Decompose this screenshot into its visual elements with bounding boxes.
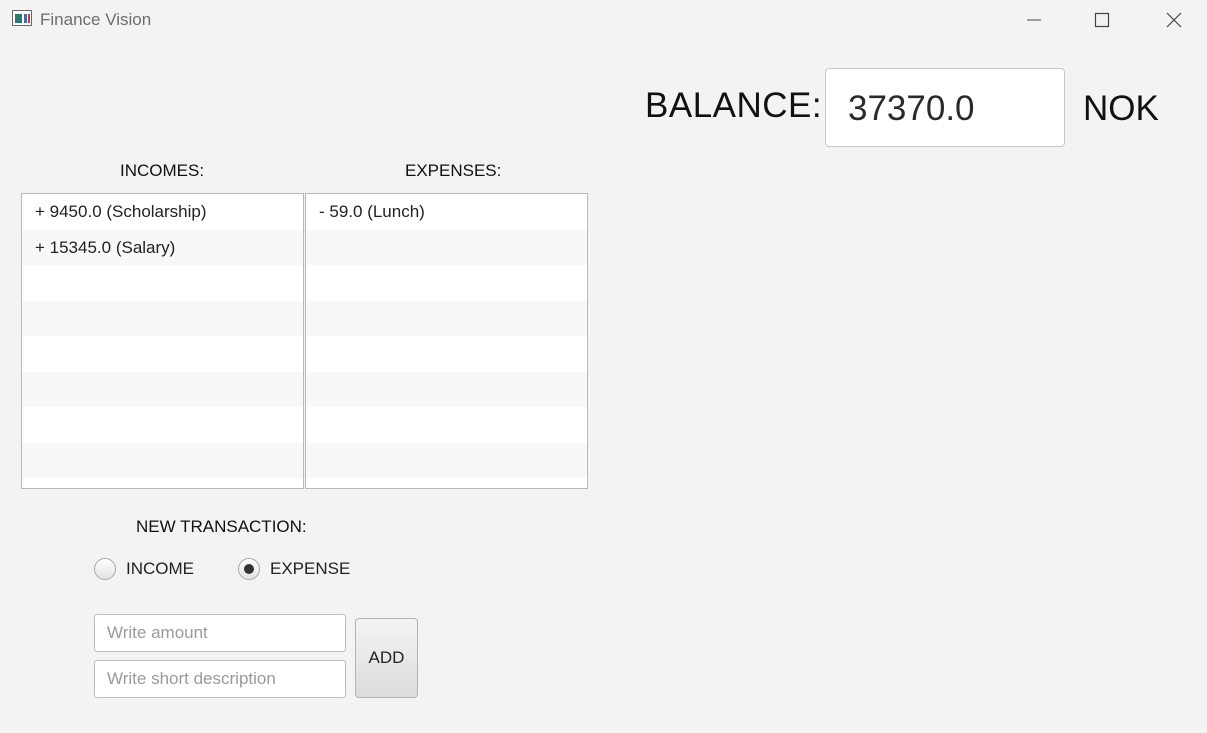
expense-list-item[interactable] — [306, 407, 587, 443]
income-list-item[interactable] — [22, 336, 303, 372]
income-list[interactable]: + 9450.0 (Scholarship) + 15345.0 (Salary… — [21, 193, 304, 489]
title-bar: Finance Vision — [0, 0, 1207, 40]
amount-input[interactable] — [94, 614, 346, 652]
currency-label: NOK — [1083, 89, 1159, 128]
income-list-item[interactable] — [22, 407, 303, 443]
expense-list-item[interactable] — [306, 442, 587, 478]
income-radio-circle[interactable] — [94, 558, 116, 580]
income-list-item[interactable] — [22, 300, 303, 336]
expense-radio-label: EXPENSE — [270, 559, 351, 578]
minimize-button[interactable] — [1004, 0, 1064, 40]
expense-list-item[interactable] — [306, 265, 587, 301]
close-button[interactable] — [1144, 0, 1204, 40]
app-icon — [12, 10, 32, 26]
close-icon — [1166, 12, 1182, 28]
app-window: Finance Vision BALANCE: 37370.0 NOK INCO… — [0, 0, 1207, 733]
description-input[interactable] — [94, 660, 346, 698]
balance-value-field: 37370.0 — [825, 68, 1065, 147]
expense-list-item[interactable] — [306, 300, 587, 336]
maximize-icon — [1094, 12, 1110, 28]
income-list-item[interactable]: + 9450.0 (Scholarship) — [22, 194, 303, 230]
incomes-label: INCOMES: — [120, 161, 205, 180]
income-radio-label: INCOME — [126, 559, 194, 578]
income-list-item[interactable] — [22, 442, 303, 478]
expense-list-item[interactable]: - 59.0 (Lunch) — [306, 194, 587, 230]
income-list-item[interactable] — [22, 371, 303, 407]
balance-label: BALANCE: — [645, 86, 823, 125]
income-list-item[interactable] — [22, 265, 303, 301]
window-title: Finance Vision — [40, 10, 152, 29]
income-list-item[interactable]: + 15345.0 (Salary) — [22, 229, 303, 265]
new-transaction-label: NEW TRANSACTION: — [136, 517, 307, 536]
income-radio[interactable]: INCOME — [94, 556, 194, 582]
expense-radio[interactable]: EXPENSE — [238, 556, 350, 582]
add-button[interactable]: ADD — [355, 618, 418, 698]
expense-list-item[interactable] — [306, 229, 587, 265]
minimize-icon — [1027, 19, 1041, 21]
expense-radio-circle[interactable] — [238, 558, 260, 580]
maximize-button[interactable] — [1072, 0, 1132, 40]
radio-selected-dot — [244, 564, 254, 574]
expense-list-item[interactable] — [306, 371, 587, 407]
expense-list-item[interactable] — [306, 336, 587, 372]
expense-list[interactable]: - 59.0 (Lunch) — [305, 193, 588, 489]
expenses-label: EXPENSES: — [405, 161, 502, 180]
